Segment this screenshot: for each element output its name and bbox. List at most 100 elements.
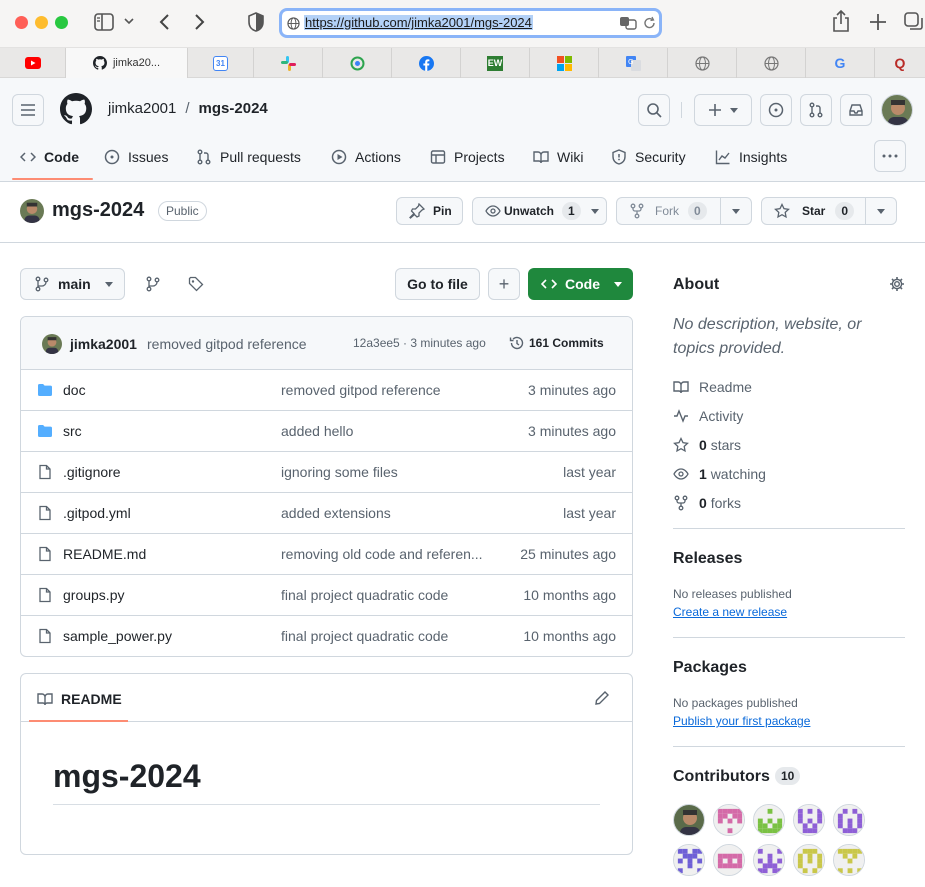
branches-icon[interactable]	[145, 276, 161, 292]
forward-button[interactable]	[194, 13, 206, 31]
commit-message[interactable]: removed gitpod reference	[147, 336, 307, 352]
tab-projects[interactable]: Projects	[430, 142, 505, 172]
tab-google[interactable]: G	[806, 48, 875, 78]
readme-tab[interactable]: README	[37, 691, 122, 707]
share-icon[interactable]	[832, 10, 850, 32]
file-name-link[interactable]: src	[63, 423, 82, 439]
tab-actions[interactable]: Actions	[331, 142, 401, 172]
create-new-button[interactable]	[694, 94, 752, 126]
tab-youtube[interactable]	[0, 48, 66, 78]
packages-heading[interactable]: Packages	[673, 659, 747, 677]
code-download-button[interactable]: Code	[528, 268, 633, 300]
pull-requests-button[interactable]	[800, 94, 832, 126]
about-stars-link[interactable]: 0 stars	[673, 435, 741, 455]
contributor-avatar[interactable]	[833, 804, 865, 836]
releases-heading[interactable]: Releases	[673, 550, 742, 568]
contributor-avatar[interactable]	[713, 844, 745, 876]
branch-selector[interactable]: main	[20, 268, 125, 300]
issues-button[interactable]	[760, 94, 792, 126]
unwatch-button[interactable]: Unwatch 1	[472, 197, 607, 225]
tab-quora[interactable]: Q	[875, 48, 925, 78]
star-dropdown-button[interactable]	[866, 208, 896, 214]
zoom-window-button[interactable]	[55, 16, 68, 29]
publish-package-link[interactable]: Publish your first package	[673, 714, 810, 728]
tag-icon[interactable]	[188, 276, 204, 292]
file-row[interactable]: doc removed gitpod reference 3 minutes ago	[21, 370, 632, 411]
privacy-shield-icon[interactable]	[248, 12, 264, 32]
tab-calendar[interactable]: 31	[188, 48, 254, 78]
pencil-icon[interactable]	[594, 690, 610, 706]
github-logo-icon[interactable]	[60, 93, 92, 125]
tab-globe-2[interactable]	[737, 48, 806, 78]
back-button[interactable]	[158, 13, 170, 31]
file-commit-message[interactable]: added hello	[281, 423, 493, 439]
chevron-down-icon[interactable]	[124, 17, 134, 25]
contributor-avatar[interactable]	[793, 804, 825, 836]
add-file-button[interactable]: +	[488, 268, 520, 300]
contributors-heading[interactable]: Contributors	[673, 768, 770, 786]
owner-link[interactable]: jimka2001	[108, 100, 176, 117]
tab-insights[interactable]: Insights	[715, 142, 787, 172]
file-commit-message[interactable]: removing old code and referen...	[281, 546, 493, 562]
inbox-button[interactable]	[840, 94, 872, 126]
tab-translate[interactable]: G	[599, 48, 668, 78]
gear-icon[interactable]	[889, 276, 905, 292]
tab-wiki[interactable]: Wiki	[533, 142, 583, 172]
tab-ew[interactable]: EW	[461, 48, 530, 78]
tab-issues[interactable]: Issues	[104, 142, 168, 172]
contributor-avatar[interactable]	[673, 804, 705, 836]
translate-icon[interactable]	[619, 16, 637, 30]
tab-pull-requests[interactable]: Pull requests	[196, 142, 301, 172]
file-name-link[interactable]: .gitpod.yml	[63, 505, 131, 521]
file-commit-message[interactable]: removed gitpod reference	[281, 382, 493, 398]
tab-security[interactable]: Security	[611, 142, 686, 172]
repo-link[interactable]: mgs-2024	[199, 100, 268, 117]
menu-button[interactable]	[12, 94, 44, 126]
commit-hash-time[interactable]: 12a3ee5 · 3 minutes ago	[353, 336, 486, 350]
file-commit-message[interactable]: ignoring some files	[281, 464, 493, 480]
file-name-link[interactable]: groups.py	[63, 587, 124, 603]
file-commit-message[interactable]: final project quadratic code	[281, 628, 493, 644]
create-release-link[interactable]: Create a new release	[673, 605, 787, 619]
file-row[interactable]: README.md removing old code and referen..…	[21, 534, 632, 575]
tab-facebook[interactable]	[392, 48, 461, 78]
about-forks-link[interactable]: 0 forks	[673, 493, 741, 513]
reload-icon[interactable]	[643, 16, 656, 30]
user-avatar[interactable]	[881, 94, 913, 126]
commit-author-avatar[interactable]	[42, 334, 62, 354]
tab-app[interactable]	[323, 48, 392, 78]
repo-title[interactable]: mgs-2024	[52, 199, 144, 222]
new-tab-icon[interactable]	[869, 13, 887, 31]
commits-count-link[interactable]: 161 Commits	[529, 336, 604, 350]
star-button[interactable]: Star 0	[762, 198, 865, 224]
contributor-avatar[interactable]	[753, 844, 785, 876]
tab-globe-1[interactable]	[668, 48, 737, 78]
file-row[interactable]: .gitignore ignoring some files last year	[21, 452, 632, 493]
file-row[interactable]: sample_power.py final project quadratic c…	[21, 616, 632, 656]
minimize-window-button[interactable]	[35, 16, 48, 29]
tab-overview-icon[interactable]	[904, 12, 925, 33]
go-to-file-button[interactable]: Go to file	[395, 268, 480, 300]
file-commit-message[interactable]: final project quadratic code	[281, 587, 493, 603]
search-button[interactable]	[638, 94, 670, 126]
file-name-link[interactable]: sample_power.py	[63, 628, 172, 644]
file-name-link[interactable]: .gitignore	[63, 464, 121, 480]
contributor-avatar[interactable]	[793, 844, 825, 876]
fork-button[interactable]: Fork 0	[617, 198, 720, 224]
file-commit-message[interactable]: added extensions	[281, 505, 493, 521]
file-row[interactable]: groups.py final project quadratic code 10 …	[21, 575, 632, 616]
pin-button[interactable]: Pin	[396, 197, 463, 225]
sidebar-toggle-icon[interactable]	[94, 13, 114, 31]
file-row[interactable]: src added hello 3 minutes ago	[21, 411, 632, 452]
file-name-link[interactable]: doc	[63, 382, 86, 398]
about-watching-link[interactable]: 1 watching	[673, 464, 766, 484]
contributor-avatar[interactable]	[713, 804, 745, 836]
tab-code[interactable]: Code	[20, 142, 79, 172]
file-name-link[interactable]: README.md	[63, 546, 146, 562]
owner-avatar[interactable]	[20, 199, 44, 223]
file-row[interactable]: .gitpod.yml added extensions last year	[21, 493, 632, 534]
fork-dropdown-button[interactable]	[721, 208, 751, 214]
tab-github[interactable]: jimka20...	[66, 48, 188, 78]
tab-slack[interactable]	[254, 48, 323, 78]
about-Readme-link[interactable]: Readme	[673, 377, 752, 397]
